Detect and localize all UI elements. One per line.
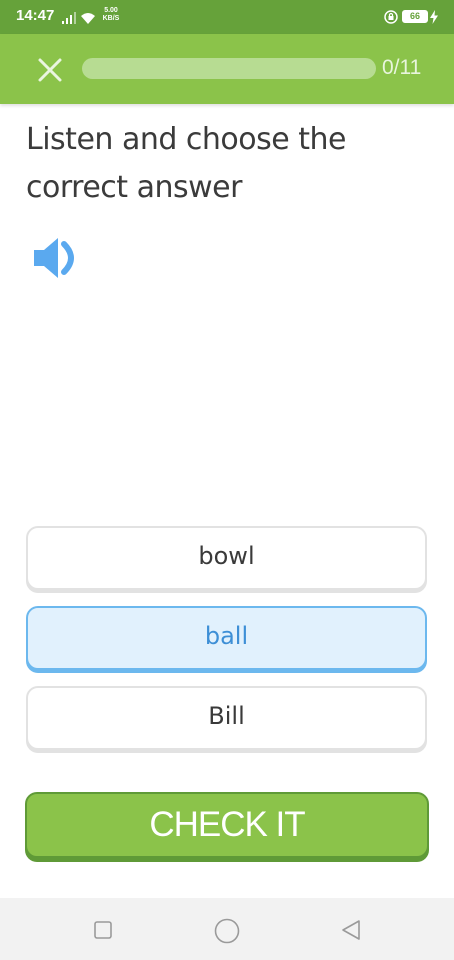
back-icon[interactable] xyxy=(340,919,362,941)
status-time: 14:47 xyxy=(16,7,55,24)
signal-icon xyxy=(62,12,76,24)
home-icon[interactable] xyxy=(214,918,240,944)
battery-icon: 66 xyxy=(402,10,428,23)
exercise-prompt: Listen and choose the correct answer xyxy=(26,116,426,212)
speaker-icon[interactable] xyxy=(30,232,84,284)
prompt-line-1: Listen and choose the xyxy=(26,122,347,157)
answer-option-ball[interactable]: ball xyxy=(26,606,427,670)
progress-bar xyxy=(82,58,376,79)
wifi-icon xyxy=(81,13,95,24)
charging-icon xyxy=(430,10,438,24)
answer-option-bowl[interactable]: bowl xyxy=(26,526,427,590)
network-speed-unit: KB/S xyxy=(102,15,120,22)
answer-option-bill[interactable]: Bill xyxy=(26,686,427,750)
check-it-button[interactable]: CHECK IT xyxy=(25,792,429,858)
close-icon[interactable] xyxy=(36,56,64,84)
lesson-header: 0/11 xyxy=(0,34,454,104)
progress-count: 0/11 xyxy=(382,56,422,79)
status-bar: 14:47 5.00 KB/S 66 xyxy=(0,0,454,34)
network-speed: 5.00 KB/S xyxy=(100,7,122,23)
rotation-lock-icon xyxy=(384,10,398,24)
network-speed-value: 5.00 xyxy=(104,7,118,14)
android-nav-bar xyxy=(0,898,454,960)
recent-apps-icon[interactable] xyxy=(94,921,112,939)
prompt-line-2: correct answer xyxy=(26,170,242,205)
